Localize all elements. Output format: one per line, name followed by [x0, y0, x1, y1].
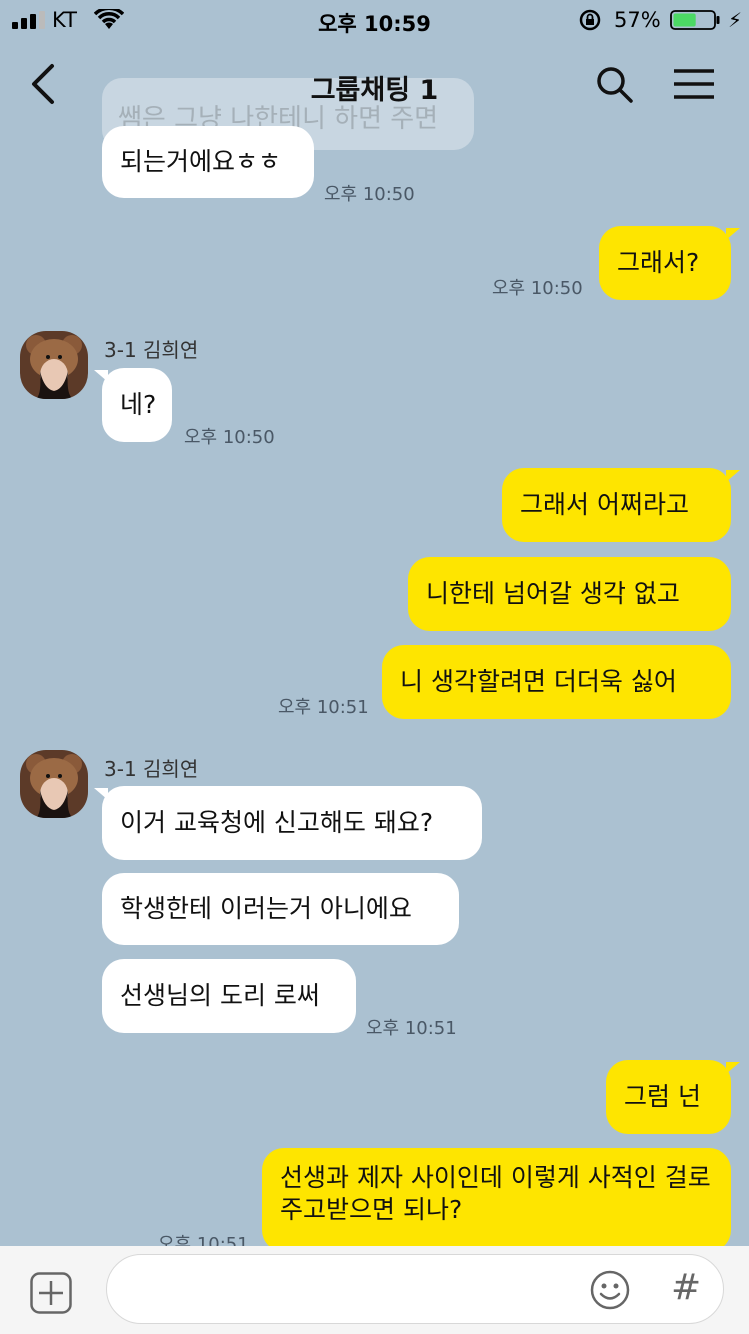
plus-icon[interactable] [30, 1272, 72, 1314]
avatar-image [20, 750, 88, 818]
charging-bolt-icon: ⚡ [728, 8, 743, 32]
avatar[interactable] [20, 331, 88, 399]
message-timestamp: 오후 10:51 [366, 1018, 457, 1039]
avatar[interactable] [20, 750, 88, 818]
chat-title: 그룹채팅 1 [310, 75, 439, 106]
message-input-bar: # [0, 1246, 749, 1334]
message-timestamp: 오후 10:50 [492, 278, 583, 299]
search-icon[interactable] [594, 64, 634, 104]
sender-name: 3-1 김희연 [104, 757, 199, 781]
chat-header: 쌤은 그냥 나한테니 하면 주면 그룹채팅 1 [0, 40, 749, 150]
message-bubble-outgoing[interactable]: 그래서? [599, 226, 731, 300]
message-bubble-outgoing[interactable]: 선생과 제자 사이인데 이렇게 사적인 걸로 주고받으면 되나? [262, 1148, 731, 1252]
message-bubble-incoming[interactable]: 되는거에요ㅎㅎ [102, 126, 314, 198]
message-bubble-outgoing[interactable]: 니 생각할려면 더더욱 싫어 [382, 645, 731, 719]
emoji-icon[interactable] [589, 1269, 631, 1311]
battery-percent: 57% [614, 8, 661, 32]
message-bubble-outgoing[interactable]: 그럼 넌 [606, 1060, 731, 1134]
status-bar: KT 오후 10:59 57% ⚡ [0, 0, 749, 40]
hashtag-search-button[interactable]: # [671, 1267, 701, 1308]
bubble-tail [94, 370, 108, 382]
message-bubble-outgoing[interactable]: 니한테 넘어갈 생각 없고 [408, 557, 731, 631]
sender-name: 3-1 김희연 [104, 338, 199, 362]
bubble-tail [726, 470, 740, 482]
bubble-tail [726, 1062, 740, 1074]
battery-icon [670, 10, 720, 30]
message-bubble-incoming[interactable]: 선생님의 도리 로써 [102, 959, 356, 1033]
message-bubble-incoming[interactable]: 네? [102, 368, 172, 442]
bubble-tail [94, 788, 108, 800]
message-input[interactable]: # [106, 1254, 724, 1324]
message-bubble-outgoing[interactable]: 그래서 어쩌라고 [502, 468, 731, 542]
avatar-image [20, 331, 88, 399]
message-bubble-incoming[interactable]: 학생한테 이러는거 아니에요 [102, 873, 459, 945]
message-timestamp: 오후 10:50 [324, 184, 415, 205]
menu-icon[interactable] [672, 68, 716, 100]
message-timestamp: 오후 10:50 [184, 427, 275, 448]
lock-rotation-icon [579, 9, 601, 31]
message-bubble-incoming[interactable]: 이거 교육청에 신고해도 돼요? [102, 786, 482, 860]
message-timestamp: 오후 10:51 [278, 697, 369, 718]
bubble-tail [726, 228, 740, 240]
